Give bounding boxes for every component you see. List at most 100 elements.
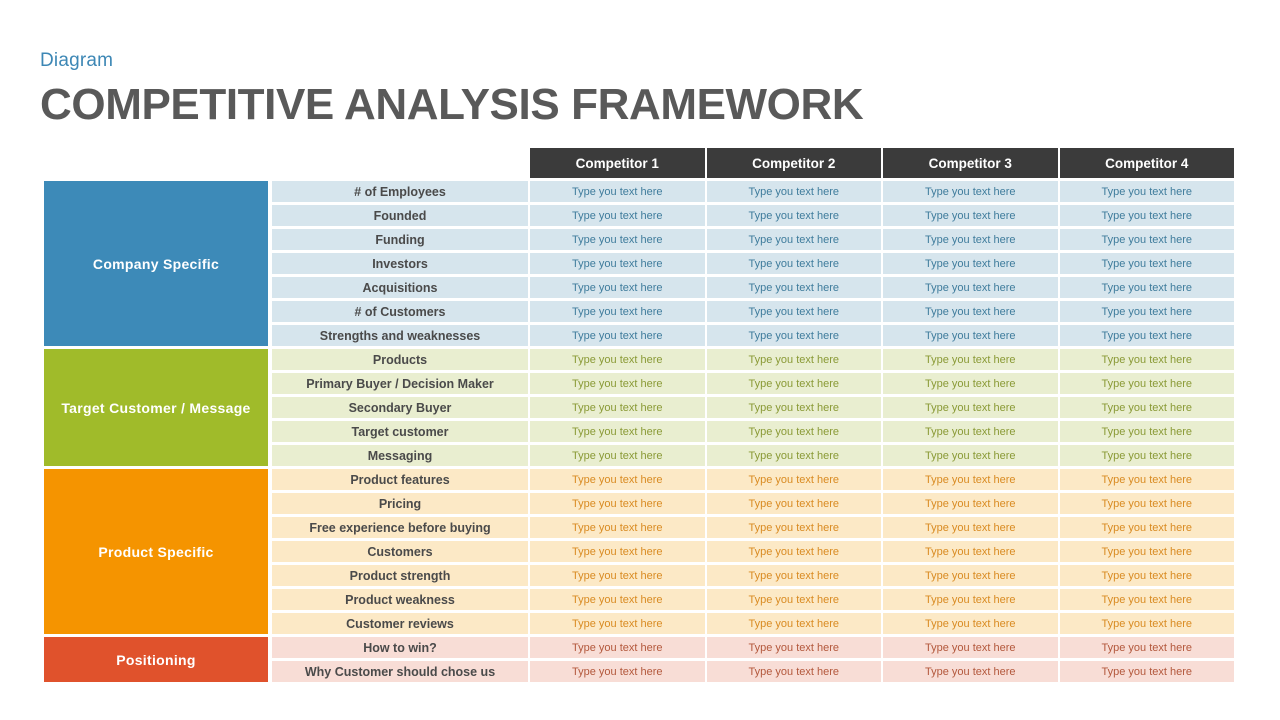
cell-input-placeholder[interactable]: Type you text here [883, 229, 1058, 250]
cell-input-placeholder[interactable]: Type you text here [706, 325, 881, 346]
cell-input-placeholder[interactable]: Type you text here [883, 325, 1058, 346]
cell-input-placeholder[interactable]: Type you text here [883, 373, 1058, 394]
slide-kicker: Diagram [40, 50, 114, 71]
cell-input-placeholder[interactable]: Type you text here [883, 445, 1058, 466]
column-header-competitor-3[interactable]: Competitor 3 [883, 148, 1058, 178]
cell-input-placeholder[interactable]: Type you text here [883, 613, 1058, 634]
cell-input-placeholder[interactable]: Type you text here [883, 205, 1058, 226]
column-header-competitor-2[interactable]: Competitor 2 [706, 148, 881, 178]
cell-input-placeholder[interactable]: Type you text here [530, 301, 705, 322]
cell-input-placeholder[interactable]: Type you text here [706, 637, 881, 658]
cell-input-placeholder[interactable]: Type you text here [1059, 661, 1234, 682]
cell-input-placeholder[interactable]: Type you text here [1059, 373, 1234, 394]
cell-input-placeholder[interactable]: Type you text here [1059, 253, 1234, 274]
row-label: Why Customer should chose us [272, 661, 528, 682]
table-row: Free experience before buying Type you te… [272, 517, 1234, 538]
cell-input-placeholder[interactable]: Type you text here [706, 493, 881, 514]
cell-input-placeholder[interactable]: Type you text here [530, 205, 705, 226]
cell-input-placeholder[interactable]: Type you text here [1059, 205, 1234, 226]
row-label: Messaging [272, 445, 528, 466]
cell-input-placeholder[interactable]: Type you text here [1059, 349, 1234, 370]
cell-input-placeholder[interactable]: Type you text here [1059, 613, 1234, 634]
cell-input-placeholder[interactable]: Type you text here [530, 373, 705, 394]
cell-input-placeholder[interactable]: Type you text here [530, 589, 705, 610]
cell-input-placeholder[interactable]: Type you text here [706, 541, 881, 562]
row-label: Secondary Buyer [272, 397, 528, 418]
cell-input-placeholder[interactable]: Type you text here [1059, 541, 1234, 562]
cell-input-placeholder[interactable]: Type you text here [883, 589, 1058, 610]
cell-input-placeholder[interactable]: Type you text here [883, 541, 1058, 562]
cell-input-placeholder[interactable]: Type you text here [706, 397, 881, 418]
cell-input-placeholder[interactable]: Type you text here [530, 493, 705, 514]
cell-input-placeholder[interactable]: Type you text here [530, 181, 705, 202]
cell-input-placeholder[interactable]: Type you text here [530, 421, 705, 442]
row-label: How to win? [272, 637, 528, 658]
cell-input-placeholder[interactable]: Type you text here [883, 349, 1058, 370]
cell-input-placeholder[interactable]: Type you text here [706, 229, 881, 250]
table-section: Company Specific # of Employees Type you t… [44, 181, 1234, 346]
column-header-competitor-1[interactable]: Competitor 1 [530, 148, 705, 178]
cell-input-placeholder[interactable]: Type you text here [1059, 469, 1234, 490]
cell-input-placeholder[interactable]: Type you text here [1059, 637, 1234, 658]
cell-input-placeholder[interactable]: Type you text here [706, 469, 881, 490]
table-row: Investors Type you text here Type you text… [272, 253, 1234, 274]
table-row: Product strength Type you text here Type y… [272, 565, 1234, 586]
cell-input-placeholder[interactable]: Type you text here [1059, 421, 1234, 442]
cell-input-placeholder[interactable]: Type you text here [706, 661, 881, 682]
cell-input-placeholder[interactable]: Type you text here [530, 517, 705, 538]
cell-input-placeholder[interactable]: Type you text here [530, 565, 705, 586]
cell-input-placeholder[interactable]: Type you text here [530, 349, 705, 370]
cell-input-placeholder[interactable]: Type you text here [1059, 301, 1234, 322]
cell-input-placeholder[interactable]: Type you text here [530, 253, 705, 274]
cell-input-placeholder[interactable]: Type you text here [883, 637, 1058, 658]
cell-input-placeholder[interactable]: Type you text here [706, 421, 881, 442]
cell-input-placeholder[interactable]: Type you text here [1059, 229, 1234, 250]
cell-input-placeholder[interactable]: Type you text here [706, 445, 881, 466]
cell-input-placeholder[interactable]: Type you text here [1059, 397, 1234, 418]
cell-input-placeholder[interactable]: Type you text here [706, 349, 881, 370]
cell-input-placeholder[interactable]: Type you text here [706, 589, 881, 610]
cell-input-placeholder[interactable]: Type you text here [530, 277, 705, 298]
cell-input-placeholder[interactable]: Type you text here [530, 637, 705, 658]
column-header-competitor-4[interactable]: Competitor 4 [1059, 148, 1234, 178]
cell-input-placeholder[interactable]: Type you text here [1059, 517, 1234, 538]
cell-input-placeholder[interactable]: Type you text here [530, 661, 705, 682]
section-rows: Product features Type you text here Type y… [272, 469, 1234, 634]
cell-input-placeholder[interactable]: Type you text here [530, 229, 705, 250]
cell-input-placeholder[interactable]: Type you text here [1059, 493, 1234, 514]
cell-input-placeholder[interactable]: Type you text here [883, 253, 1058, 274]
cell-input-placeholder[interactable]: Type you text here [883, 565, 1058, 586]
cell-input-placeholder[interactable]: Type you text here [883, 661, 1058, 682]
cell-input-placeholder[interactable]: Type you text here [706, 277, 881, 298]
cell-input-placeholder[interactable]: Type you text here [1059, 277, 1234, 298]
cell-input-placeholder[interactable]: Type you text here [883, 181, 1058, 202]
section-rows: Products Type you text here Type you text … [272, 349, 1234, 466]
cell-input-placeholder[interactable]: Type you text here [530, 613, 705, 634]
cell-input-placeholder[interactable]: Type you text here [706, 301, 881, 322]
cell-input-placeholder[interactable]: Type you text here [883, 421, 1058, 442]
cell-input-placeholder[interactable]: Type you text here [706, 373, 881, 394]
cell-input-placeholder[interactable]: Type you text here [706, 517, 881, 538]
cell-input-placeholder[interactable]: Type you text here [883, 301, 1058, 322]
cell-input-placeholder[interactable]: Type you text here [530, 397, 705, 418]
cell-input-placeholder[interactable]: Type you text here [530, 469, 705, 490]
cell-input-placeholder[interactable]: Type you text here [1059, 445, 1234, 466]
cell-input-placeholder[interactable]: Type you text here [530, 325, 705, 346]
cell-input-placeholder[interactable]: Type you text here [706, 253, 881, 274]
cell-input-placeholder[interactable]: Type you text here [883, 517, 1058, 538]
cell-input-placeholder[interactable]: Type you text here [883, 493, 1058, 514]
cell-input-placeholder[interactable]: Type you text here [883, 277, 1058, 298]
table-row: Founded Type you text here Type you text h… [272, 205, 1234, 226]
cell-input-placeholder[interactable]: Type you text here [883, 469, 1058, 490]
cell-input-placeholder[interactable]: Type you text here [883, 397, 1058, 418]
cell-input-placeholder[interactable]: Type you text here [706, 181, 881, 202]
cell-input-placeholder[interactable]: Type you text here [706, 565, 881, 586]
cell-input-placeholder[interactable]: Type you text here [1059, 325, 1234, 346]
cell-input-placeholder[interactable]: Type you text here [1059, 565, 1234, 586]
cell-input-placeholder[interactable]: Type you text here [530, 541, 705, 562]
cell-input-placeholder[interactable]: Type you text here [706, 205, 881, 226]
cell-input-placeholder[interactable]: Type you text here [530, 445, 705, 466]
cell-input-placeholder[interactable]: Type you text here [1059, 589, 1234, 610]
cell-input-placeholder[interactable]: Type you text here [706, 613, 881, 634]
cell-input-placeholder[interactable]: Type you text here [1059, 181, 1234, 202]
